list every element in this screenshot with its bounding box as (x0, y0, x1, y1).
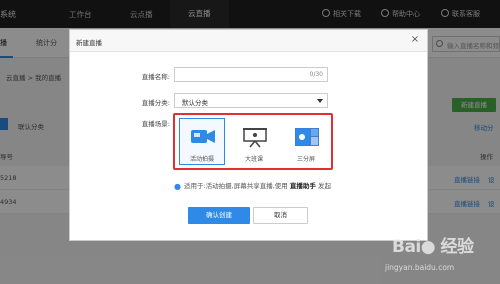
dialog-title: 新建直播 (76, 39, 102, 47)
hint-prefix: 适用于:活动拍摄,屏幕共享直播,使用 (183, 182, 288, 190)
scene-options-highlight: 活动拍摄 大班课 三分屏 (173, 113, 333, 170)
live-category-label: 直播分类: (141, 99, 170, 107)
char-counter: 0/30 (309, 71, 323, 78)
presentation-board-icon (243, 128, 267, 148)
close-icon[interactable]: × (410, 34, 420, 46)
new-live-dialog: 新建直播 × 直播名称: 0/30 直播分类: 默认分类 直播场景: 活动拍摄 (69, 29, 428, 241)
live-name-label: 直播名称: (141, 73, 170, 81)
baidu-jingyan-watermark: Bai● 经验 jingyan.baidu.com (380, 232, 495, 282)
scene-hint: ● 适用于:活动拍摄,屏幕共享直播,使用 直播助手 发起 (174, 180, 331, 191)
watermark-url: jingyan.baidu.com (385, 263, 455, 272)
split-screen-icon (295, 128, 319, 146)
confirm-create-button[interactable]: 确认创建 (188, 207, 250, 224)
bullet-icon: ● (174, 182, 181, 191)
hint-assistant: 直播助手 (289, 182, 316, 190)
chevron-down-icon (317, 99, 323, 103)
paw-icon: ● (420, 237, 436, 257)
scene-option-event[interactable]: 活动拍摄 (179, 118, 225, 165)
cancel-button[interactable]: 取消 (253, 207, 308, 224)
scene-option-split[interactable]: 三分屏 (283, 118, 329, 165)
scene-option-class[interactable]: 大班课 (231, 118, 277, 165)
category-value: 默认分类 (182, 99, 208, 107)
dialog-header: 新建直播 × (70, 30, 427, 52)
hint-suffix: 发起 (317, 182, 331, 190)
scene-label: 大班课 (244, 156, 263, 163)
scene-label: 三分屏 (296, 156, 315, 163)
live-category-select[interactable]: 默认分类 (174, 93, 328, 108)
watermark-title: Bai● 经验 (392, 237, 474, 257)
camera-icon (191, 130, 215, 143)
live-name-input[interactable]: 0/30 (174, 67, 328, 82)
live-scene-label: 直播场景: (141, 120, 170, 128)
scene-label: 活动拍摄 (189, 156, 214, 163)
